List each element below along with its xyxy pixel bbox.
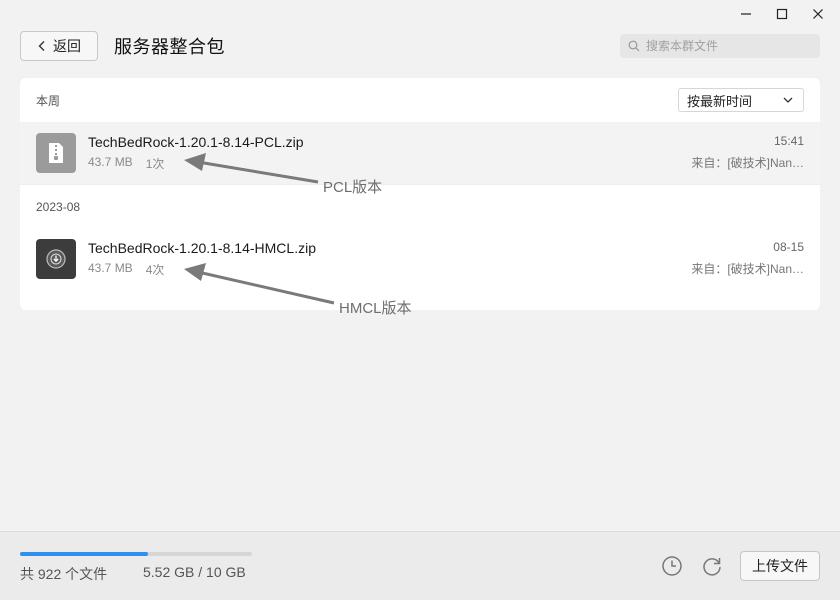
- chevron-down-icon: [783, 97, 793, 103]
- group-label: 2023-08: [36, 199, 81, 214]
- minimize-icon: [741, 13, 751, 15]
- zip-file-icon: [36, 133, 76, 173]
- storage-progress: [20, 552, 252, 556]
- hmcl-app-icon: [36, 239, 76, 279]
- download-count: 4次: [145, 263, 165, 277]
- group-header-this-week: 本周 按最新时间: [20, 78, 820, 122]
- upload-button[interactable]: 上传文件: [740, 551, 820, 581]
- download-count: 1次: [145, 157, 165, 171]
- annotation-label-hmcl: HMCL版本: [339, 300, 412, 317]
- file-size: 43.7 MB: [88, 155, 133, 169]
- upload-label: 上传文件: [752, 558, 808, 574]
- chevron-left-icon: [38, 41, 45, 51]
- clock-icon: [662, 556, 682, 576]
- file-source: 来自：[破技术]Nan…: [691, 262, 804, 276]
- page-title: 服务器整合包: [114, 37, 225, 57]
- search-input[interactable]: [646, 39, 806, 53]
- footer-bar: 共 922 个文件 5.52 GB / 10 GB 上传文件: [0, 531, 840, 600]
- file-source: 来自：[破技术]Nan…: [691, 156, 804, 170]
- storage-progress-fill: [20, 552, 148, 556]
- file-count: 共 922 个文件: [20, 566, 108, 582]
- refresh-icon: [703, 558, 721, 576]
- file-size: 43.7 MB: [88, 261, 133, 275]
- sort-label: 按最新时间: [687, 93, 753, 109]
- sort-select[interactable]: 按最新时间: [678, 88, 804, 112]
- close-icon: [813, 9, 823, 19]
- file-name[interactable]: TechBedRock-1.20.1-8.14-PCL.zip: [88, 134, 304, 150]
- storage-usage: 5.52 GB / 10 GB: [143, 564, 246, 580]
- file-row-hmcl[interactable]: TechBedRock-1.20.1-8.14-HMCL.zip 43.7 MB…: [20, 228, 820, 290]
- close-button[interactable]: [800, 4, 836, 24]
- file-time: 15:41: [773, 134, 804, 148]
- history-button[interactable]: [660, 554, 684, 578]
- refresh-button[interactable]: [700, 554, 724, 578]
- group-label: 本周: [36, 93, 61, 108]
- file-list-card: 本周 按最新时间 TechBedRock-1.20.1-8.14-PCL.zip…: [20, 78, 820, 310]
- file-name[interactable]: TechBedRock-1.20.1-8.14-HMCL.zip: [88, 240, 316, 256]
- maximize-button[interactable]: [764, 4, 800, 24]
- file-row-pcl[interactable]: TechBedRock-1.20.1-8.14-PCL.zip 43.7 MB …: [20, 122, 820, 184]
- window-controls: [728, 4, 836, 24]
- maximize-icon: [776, 8, 788, 20]
- back-button[interactable]: 返回: [20, 31, 98, 61]
- annotation-label-pcl: PCL版本: [323, 179, 383, 196]
- back-label: 返回: [53, 38, 81, 54]
- group-header-2023-08: 2023-08: [20, 184, 820, 228]
- search-icon: [628, 40, 640, 52]
- minimize-button[interactable]: [728, 4, 764, 24]
- file-time: 08-15: [773, 240, 804, 254]
- search-box[interactable]: [620, 34, 820, 58]
